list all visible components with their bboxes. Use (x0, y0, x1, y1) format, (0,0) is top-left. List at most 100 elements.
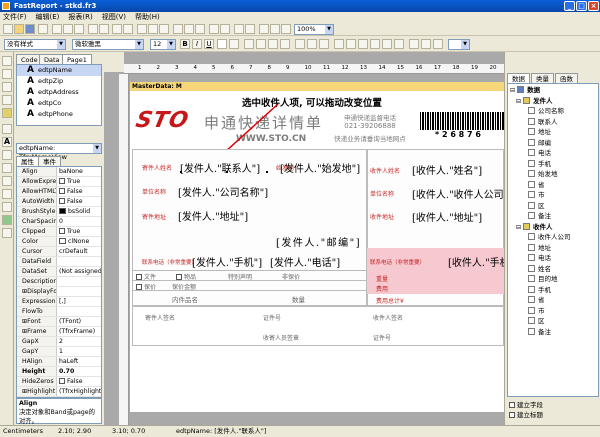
tree-field[interactable]: 区 (510, 316, 596, 327)
valign-bottom-icon[interactable] (319, 39, 329, 49)
tree-root[interactable]: ⊟ 数据 (510, 85, 596, 96)
tree-field[interactable]: 地址 (510, 127, 596, 138)
collapse-icon[interactable]: ⊟ (516, 98, 523, 105)
checkbox-icon[interactable] (59, 378, 65, 384)
band-tool-icon[interactable] (2, 124, 12, 134)
close-button[interactable]: × (588, 1, 599, 11)
tree-field[interactable]: 邮编 (510, 138, 596, 149)
property-row[interactable]: GapY 1 (17, 347, 101, 357)
subreport-object-icon[interactable] (2, 163, 12, 173)
receiver-address-field[interactable]: [收件人."地址"] (412, 209, 482, 224)
property-row[interactable]: AllowHTMLTaFalse (17, 187, 101, 197)
bold-button[interactable]: B (180, 39, 190, 49)
ungroup-icon[interactable] (123, 24, 133, 34)
receiver-company-field[interactable]: [收件人."收件人公司"] (412, 186, 512, 201)
text-align-right-icon[interactable] (268, 39, 278, 49)
receiver-name-field[interactable]: [收件人."姓名"] (412, 162, 482, 177)
tab-data-tree[interactable]: 数据 (507, 73, 530, 83)
tree-field[interactable]: 地址 (510, 243, 596, 254)
delete-page-icon[interactable] (245, 24, 255, 34)
collapse-icon[interactable]: ⊟ (516, 224, 523, 231)
tree-field[interactable]: 备注 (510, 211, 596, 222)
tree-field[interactable]: 区 (510, 201, 596, 212)
menu-help[interactable]: 帮助(H) (135, 12, 160, 23)
property-row[interactable]: Clipped True (17, 227, 101, 237)
property-row[interactable]: ⊞Font (TFont) (17, 317, 101, 327)
component-item[interactable]: AedtpZip (17, 76, 101, 87)
line-object-icon[interactable] (2, 176, 12, 186)
property-row[interactable]: ⊞DisplayForma (17, 287, 101, 297)
align-left-icon[interactable] (137, 24, 147, 34)
font-size-combo[interactable]: 12 ▼ (150, 39, 176, 50)
sender-address-field[interactable]: [发件人."地址"] (178, 208, 248, 223)
tree-field[interactable]: 收件人公司 (510, 232, 596, 243)
tab-functions[interactable]: 函数 (555, 73, 578, 83)
undo-icon[interactable] (88, 24, 98, 34)
valign-top-icon[interactable] (295, 39, 305, 49)
zoom-combo[interactable]: 100% ▼ (294, 24, 334, 35)
menu-edit[interactable]: 编辑(E) (36, 12, 60, 23)
chart-object-icon[interactable] (2, 202, 12, 212)
selection-handle[interactable] (226, 171, 228, 173)
tree-field[interactable]: 市 (510, 190, 596, 201)
new-icon[interactable] (3, 24, 13, 34)
align-grid-icon[interactable] (270, 24, 280, 34)
tree-field[interactable]: 市 (510, 306, 596, 317)
tree-field[interactable]: 目的地 (510, 274, 596, 285)
grid-icon[interactable] (259, 24, 269, 34)
property-row[interactable]: ⊞Frame (TfrxFrame) (17, 327, 101, 337)
property-row[interactable]: ExpressionDe[,] (17, 297, 101, 307)
property-row[interactable]: GapX 2 (17, 337, 101, 347)
barcode-object-icon[interactable] (2, 228, 12, 238)
tab-data[interactable]: Data (39, 54, 65, 64)
text-edit-tool-icon[interactable] (2, 95, 12, 105)
cut-icon[interactable] (52, 24, 62, 34)
shape-object-icon[interactable] (2, 189, 12, 199)
checkbox-icon[interactable] (59, 178, 65, 184)
component-item[interactable]: AedtpPhone (17, 109, 101, 120)
property-row[interactable]: Cursor crDefault (17, 247, 101, 257)
paste-icon[interactable] (74, 24, 84, 34)
sender-from-field[interactable]: [发件人."始发地"] (280, 160, 360, 175)
frame-color-icon[interactable] (421, 39, 431, 49)
component-item[interactable]: AedtpAddress (17, 87, 101, 98)
tree-group[interactable]: ⊟ 收件人 (510, 222, 596, 233)
sender-name-field[interactable]: [发件人."联系人"] (180, 160, 260, 175)
menu-view[interactable]: 视图(V) (102, 12, 126, 23)
send-back-icon[interactable] (220, 24, 230, 34)
checkbox-icon[interactable] (59, 188, 65, 194)
checkbox-icon[interactable] (59, 228, 65, 234)
frame-none-icon[interactable] (394, 39, 404, 49)
select-tool-icon[interactable] (2, 56, 12, 66)
frame-all-icon[interactable] (382, 39, 392, 49)
selection-handle[interactable] (266, 171, 268, 173)
tab-variables[interactable]: 类量 (531, 73, 554, 83)
format-copy-tool-icon[interactable] (2, 108, 12, 118)
frame-width-combo[interactable]: ▼ (448, 39, 470, 50)
sender-company-field[interactable]: [发件人."公司名称"] (178, 184, 268, 199)
font-color-icon[interactable] (217, 39, 227, 49)
frame-left-icon[interactable] (358, 39, 368, 49)
tree-field[interactable]: 公司名称 (510, 106, 596, 117)
property-row[interactable]: FlowTo (17, 307, 101, 317)
text-object-icon[interactable]: A (2, 137, 12, 147)
property-row[interactable]: DataSet (Not assigned) (17, 267, 101, 277)
property-row[interactable]: HAlign haLeft (17, 357, 101, 367)
text-align-left-icon[interactable] (244, 39, 254, 49)
menu-report[interactable]: 报表(R) (68, 12, 92, 23)
property-row[interactable]: AllowExpressTrue (17, 177, 101, 187)
tree-group[interactable]: ⊟ 发件人 (510, 96, 596, 107)
valign-center-icon[interactable] (307, 39, 317, 49)
checkbox-icon[interactable] (59, 198, 65, 204)
property-row[interactable]: CharSpacing0 (17, 217, 101, 227)
tree-field[interactable]: 电话 (510, 148, 596, 159)
group-icon[interactable] (112, 24, 122, 34)
redo-icon[interactable] (99, 24, 109, 34)
object-selector[interactable]: edtpName: TfrxMemoView▼ (16, 143, 102, 161)
band-header[interactable]: MasterData: M (130, 82, 504, 91)
property-row[interactable]: HideZeros False (17, 377, 101, 387)
fill-color-icon[interactable] (409, 39, 419, 49)
property-row[interactable]: ⊞Highlight (TfrxHighlight) (17, 387, 101, 397)
tab-events[interactable]: 事件 (38, 156, 61, 166)
property-row[interactable]: Color clNone (17, 237, 101, 247)
